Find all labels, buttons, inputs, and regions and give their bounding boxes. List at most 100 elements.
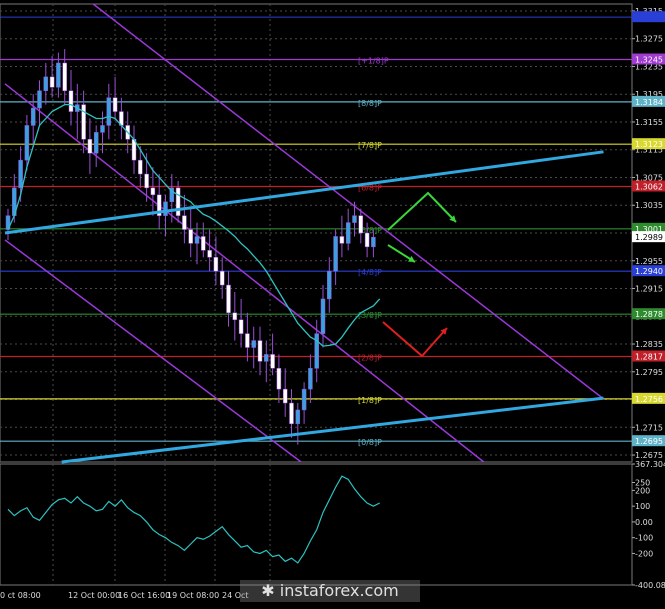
y-axis-tick-label: 1.2915 xyxy=(635,285,663,294)
x-axis-tick-label: 12 Oct 00:00 xyxy=(68,591,120,600)
candle-body xyxy=(144,173,149,189)
oscillator-tick-label: -400.0808 xyxy=(635,581,665,590)
candle-body xyxy=(24,125,30,161)
murrey-level-label: [0/8]P xyxy=(358,438,382,447)
candle-body xyxy=(182,215,187,230)
y-axis-tick-label: 1.2835 xyxy=(635,340,663,349)
candle-body xyxy=(295,409,301,425)
watermark-text: instaforex.com xyxy=(279,581,399,600)
snowflake-icon: ✱ xyxy=(261,581,275,600)
candle-body xyxy=(175,187,181,216)
watermark[interactable]: ✱ instaforex.com xyxy=(240,580,420,602)
murrey-level-label: [2/8]P xyxy=(358,354,382,363)
candle-body xyxy=(327,270,332,300)
forex-chart: 1.33151.32751.32351.31951.31551.31151.30… xyxy=(0,0,665,605)
candle-body xyxy=(18,159,23,189)
candle-body xyxy=(43,76,49,91)
green-forecast-arrow-up xyxy=(387,191,457,231)
price-tag: 1.3123 xyxy=(635,140,663,149)
candle-body xyxy=(49,76,55,88)
candle-body xyxy=(352,215,357,223)
candle-body xyxy=(112,97,118,112)
candle-body xyxy=(81,104,86,140)
candle-body xyxy=(301,388,307,411)
candle-body xyxy=(320,298,326,334)
oscillator-line xyxy=(7,475,380,564)
candle-body xyxy=(93,132,99,154)
candle-body xyxy=(232,312,238,320)
oscillator-tick-label: 367.3047 xyxy=(635,460,665,469)
last-price-tag: 1.2989 xyxy=(635,233,663,242)
candle-body xyxy=(194,236,200,244)
candle-body xyxy=(163,201,168,216)
candle-body xyxy=(364,232,370,248)
candle-body xyxy=(257,340,263,362)
y-axis-tick-label: 1.3155 xyxy=(635,118,663,127)
candle-body xyxy=(308,368,313,390)
y-axis-tick-label: 1.2955 xyxy=(635,257,663,266)
candle-body xyxy=(314,333,319,369)
y-axis-tick-label: 1.2795 xyxy=(635,368,663,377)
oscillator-tick-label: -200 xyxy=(635,549,653,558)
murrey-level-label: [1/8]P xyxy=(358,396,382,405)
oscillator-tick-label: 0.00 xyxy=(635,518,653,527)
candle-body xyxy=(371,236,376,248)
candle-body xyxy=(30,107,36,126)
candle-body xyxy=(345,222,351,244)
murrey-level-label: [4/8]P xyxy=(358,268,382,277)
chart-canvas: 1.33151.32751.32351.31951.31551.31151.30… xyxy=(0,3,665,600)
price-tag-background xyxy=(632,11,665,23)
candle-body xyxy=(138,159,143,175)
price-tag: 1.3245 xyxy=(635,56,663,65)
candle-body xyxy=(289,402,294,425)
candle-body xyxy=(333,236,338,272)
oscillator-plot-frame xyxy=(0,463,633,586)
candle-body xyxy=(213,257,219,272)
price-tag: 1.2817 xyxy=(635,353,663,362)
x-axis-tick-label: 16 Oct 16:00 xyxy=(118,591,170,600)
candle-body xyxy=(226,284,231,314)
murrey-level-label: [+1/8]P xyxy=(358,57,389,66)
candle-body xyxy=(282,388,288,404)
price-tag: 1.3062 xyxy=(635,183,663,192)
oscillator-tick-label: 200 xyxy=(635,486,650,495)
price-tag: 1.2940 xyxy=(635,267,663,276)
candle-body xyxy=(87,139,93,154)
red-forecast-arrow xyxy=(382,321,448,358)
candle-body xyxy=(37,90,42,109)
candle-body xyxy=(62,62,67,91)
candle-body xyxy=(100,125,105,133)
candle-body xyxy=(150,187,156,196)
candle-body xyxy=(264,354,269,362)
oscillator-tick-label: 100 xyxy=(635,502,650,511)
candle-body xyxy=(358,215,364,234)
candle-body xyxy=(188,229,193,244)
price-tag: 1.2695 xyxy=(635,437,663,446)
upper-blue-trendline xyxy=(4,150,604,235)
candle-body xyxy=(68,90,74,112)
candle-body xyxy=(238,319,244,334)
candle-body xyxy=(245,333,250,348)
candle-body xyxy=(270,354,275,369)
x-axis-tick-label: 19 Oct 08:00 xyxy=(167,591,219,600)
y-axis-tick-label: 1.3035 xyxy=(635,201,663,210)
candle-body xyxy=(106,97,112,126)
channel-line xyxy=(4,239,302,463)
candle-body xyxy=(201,236,206,251)
price-tag: 1.2756 xyxy=(635,395,663,404)
candle-body xyxy=(219,270,225,286)
candle-body xyxy=(251,340,256,348)
y-axis-tick-label: 1.3275 xyxy=(635,35,663,44)
y-axis-tick-label: 1.2715 xyxy=(635,423,663,432)
channel-line xyxy=(4,83,485,463)
murrey-level-label: [8/8]P xyxy=(358,99,382,108)
lower-blue-trendline xyxy=(61,396,604,464)
price-tag: 1.3184 xyxy=(635,98,663,107)
price-tag: 1.2878 xyxy=(635,310,663,319)
candle-body xyxy=(339,236,345,244)
x-axis-tick-label: 0 ct 08:00 xyxy=(0,591,41,600)
oscillator-tick-label: -100 xyxy=(635,534,653,543)
candle-body xyxy=(276,368,282,390)
y-axis-tick-label: 1.2675 xyxy=(635,451,663,460)
murrey-level-label: [7/8]P xyxy=(358,141,382,150)
